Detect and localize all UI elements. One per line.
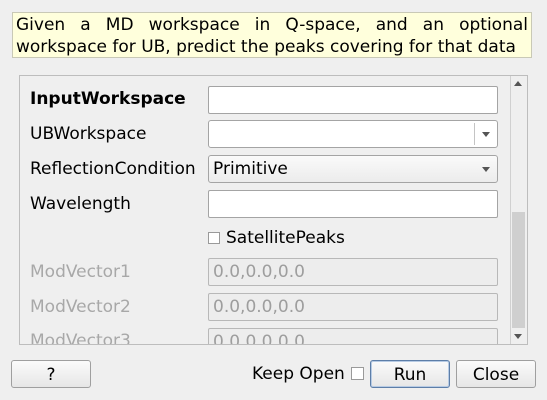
- scrollbar-thumb[interactable]: [512, 90, 525, 212]
- reflection-condition-value: Primitive: [213, 159, 288, 179]
- wavelength-field[interactable]: [208, 190, 498, 218]
- mod-vector1-label: ModVector1: [30, 262, 131, 282]
- chevron-down-icon[interactable]: [482, 167, 490, 172]
- input-workspace-field[interactable]: [208, 86, 498, 114]
- keep-open-label: Keep Open: [252, 364, 345, 384]
- satellite-peaks-checkbox-row[interactable]: SatellitePeaks: [208, 227, 345, 249]
- mod-vector3-field: [208, 328, 498, 344]
- reflection-condition-combo[interactable]: Primitive: [208, 155, 498, 183]
- help-button[interactable]: ?: [11, 360, 91, 388]
- vertical-scrollbar[interactable]: [510, 76, 527, 344]
- properties-form: InputWorkspace UBWorkspace ReflectionCon…: [20, 76, 510, 344]
- keep-open-checkbox[interactable]: [350, 367, 364, 380]
- scroll-up-arrow-icon[interactable]: [514, 81, 522, 86]
- run-button[interactable]: Run: [370, 360, 450, 388]
- combo-separator: [474, 123, 475, 145]
- mod-vector1-field: [208, 258, 498, 286]
- description-text: Given a MD workspace in Q-space, and an …: [12, 12, 532, 58]
- properties-scroll-area: InputWorkspace UBWorkspace ReflectionCon…: [19, 75, 528, 345]
- wavelength-label: Wavelength: [30, 194, 131, 214]
- close-button[interactable]: Close: [456, 360, 536, 388]
- algorithm-dialog: Given a MD workspace in Q-space, and an …: [0, 0, 547, 400]
- satellite-peaks-checkbox[interactable]: [208, 232, 220, 244]
- ub-workspace-label: UBWorkspace: [30, 124, 147, 144]
- mod-vector2-field: [208, 293, 498, 321]
- chevron-down-icon[interactable]: [482, 132, 490, 137]
- ub-workspace-combo[interactable]: [208, 120, 498, 148]
- input-workspace-label: InputWorkspace: [30, 89, 186, 109]
- mod-vector3-label: ModVector3: [30, 331, 131, 344]
- satellite-peaks-label: SatellitePeaks: [226, 228, 345, 248]
- reflection-condition-label: ReflectionCondition: [30, 159, 196, 179]
- scrollbar-track[interactable]: [512, 212, 525, 328]
- mod-vector2-label: ModVector2: [30, 297, 131, 317]
- keep-open-option[interactable]: Keep Open: [252, 362, 364, 386]
- scroll-down-arrow-icon[interactable]: [514, 334, 522, 339]
